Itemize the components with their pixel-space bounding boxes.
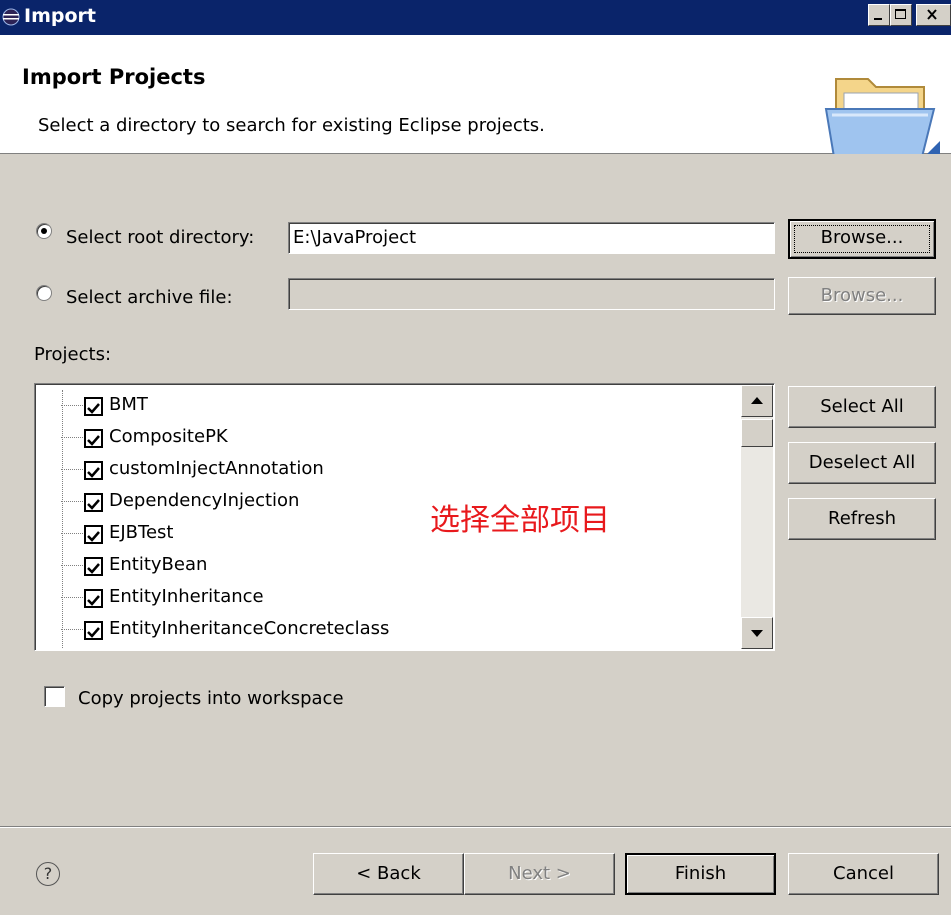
select-all-button[interactable]: Select All bbox=[788, 386, 936, 428]
project-checkbox[interactable] bbox=[84, 429, 103, 448]
scroll-thumb[interactable] bbox=[741, 419, 773, 447]
project-name: EJBTest bbox=[109, 522, 174, 543]
list-item[interactable]: customInjectAnnotation bbox=[35, 454, 735, 486]
checkmark-icon bbox=[87, 435, 100, 446]
annotation-text: 选择全部项目 bbox=[430, 503, 610, 538]
checkmark-icon bbox=[87, 531, 100, 542]
page-title: Import Projects bbox=[22, 65, 206, 89]
maximize-icon bbox=[895, 9, 906, 19]
list-item[interactable]: EntityInheritanceConcreteclass bbox=[35, 614, 735, 646]
tree-guide-line bbox=[62, 390, 63, 648]
scroll-down-button[interactable] bbox=[741, 617, 773, 649]
archive-file-field[interactable] bbox=[288, 278, 775, 310]
deselect-all-button[interactable]: Deselect All bbox=[788, 442, 936, 484]
project-name: EntityInheritanceConcreteclass bbox=[109, 618, 390, 639]
project-name: DependencyInjection bbox=[109, 490, 300, 511]
project-checkbox[interactable] bbox=[84, 589, 103, 608]
list-item[interactable]: CompositePK bbox=[35, 422, 735, 454]
cancel-button[interactable]: Cancel bbox=[788, 853, 939, 895]
next-button[interactable]: Next > bbox=[464, 853, 615, 895]
checkmark-icon bbox=[87, 627, 100, 638]
project-checkbox[interactable] bbox=[84, 525, 103, 544]
dialog-header: Import Projects Select a directory to se… bbox=[0, 35, 951, 158]
projects-list[interactable]: BMT CompositePK customInjectAnnotation D… bbox=[34, 383, 775, 651]
list-item[interactable]: EJBTest bbox=[35, 518, 735, 550]
back-button[interactable]: < Back bbox=[313, 853, 464, 895]
checkmark-icon bbox=[87, 403, 100, 414]
arrow-down-icon bbox=[751, 630, 763, 637]
page-description: Select a directory to search for existin… bbox=[38, 115, 545, 136]
close-icon bbox=[927, 9, 937, 20]
eclipse-icon bbox=[2, 8, 20, 26]
checkmark-icon bbox=[87, 499, 100, 510]
minimize-icon bbox=[874, 18, 882, 20]
copy-projects-label: Copy projects into workspace bbox=[78, 688, 344, 709]
folder-icon bbox=[824, 78, 940, 158]
project-checkbox[interactable] bbox=[84, 493, 103, 512]
close-button[interactable] bbox=[916, 4, 951, 26]
project-name: CompositePK bbox=[109, 426, 228, 447]
project-name: customInjectAnnotation bbox=[109, 458, 324, 479]
root-directory-field[interactable]: E:\JavaProject bbox=[288, 222, 775, 254]
help-icon[interactable]: ? bbox=[36, 862, 60, 886]
list-item[interactable]: BMT bbox=[35, 390, 735, 422]
checkmark-icon bbox=[87, 595, 100, 606]
list-item[interactable]: EntityInheritance bbox=[35, 582, 735, 614]
refresh-button[interactable]: Refresh bbox=[788, 498, 936, 540]
archive-file-label: Select archive file: bbox=[66, 287, 233, 308]
project-checkbox[interactable] bbox=[84, 397, 103, 416]
root-directory-radio[interactable] bbox=[36, 223, 52, 239]
browse-archive-button[interactable]: Browse... bbox=[788, 277, 936, 315]
checkmark-icon bbox=[87, 563, 100, 574]
archive-file-radio[interactable] bbox=[36, 285, 52, 301]
list-item[interactable]: EntityBean bbox=[35, 550, 735, 582]
projects-scrollbar[interactable] bbox=[741, 385, 773, 649]
browse-root-button[interactable]: Browse... bbox=[788, 219, 936, 259]
maximize-button[interactable] bbox=[890, 4, 912, 26]
root-directory-label: Select root directory: bbox=[66, 227, 255, 248]
project-name: BMT bbox=[109, 394, 148, 415]
finish-button[interactable]: Finish bbox=[625, 853, 776, 895]
project-name: EntityBean bbox=[109, 554, 208, 575]
checkmark-icon bbox=[87, 467, 100, 478]
project-name: EntityInheritance bbox=[109, 586, 264, 607]
window-title: Import bbox=[24, 5, 96, 27]
list-item[interactable]: DependencyInjection bbox=[35, 486, 735, 518]
footer-separator bbox=[0, 826, 951, 828]
project-checkbox[interactable] bbox=[84, 557, 103, 576]
arrow-up-icon bbox=[751, 397, 763, 404]
project-checkbox[interactable] bbox=[84, 621, 103, 640]
minimize-button[interactable] bbox=[868, 4, 890, 26]
projects-label: Projects: bbox=[34, 344, 112, 365]
project-checkbox[interactable] bbox=[84, 461, 103, 480]
title-bar[interactable]: Import bbox=[0, 0, 951, 35]
scroll-up-button[interactable] bbox=[741, 385, 773, 417]
copy-projects-checkbox[interactable] bbox=[44, 686, 65, 707]
